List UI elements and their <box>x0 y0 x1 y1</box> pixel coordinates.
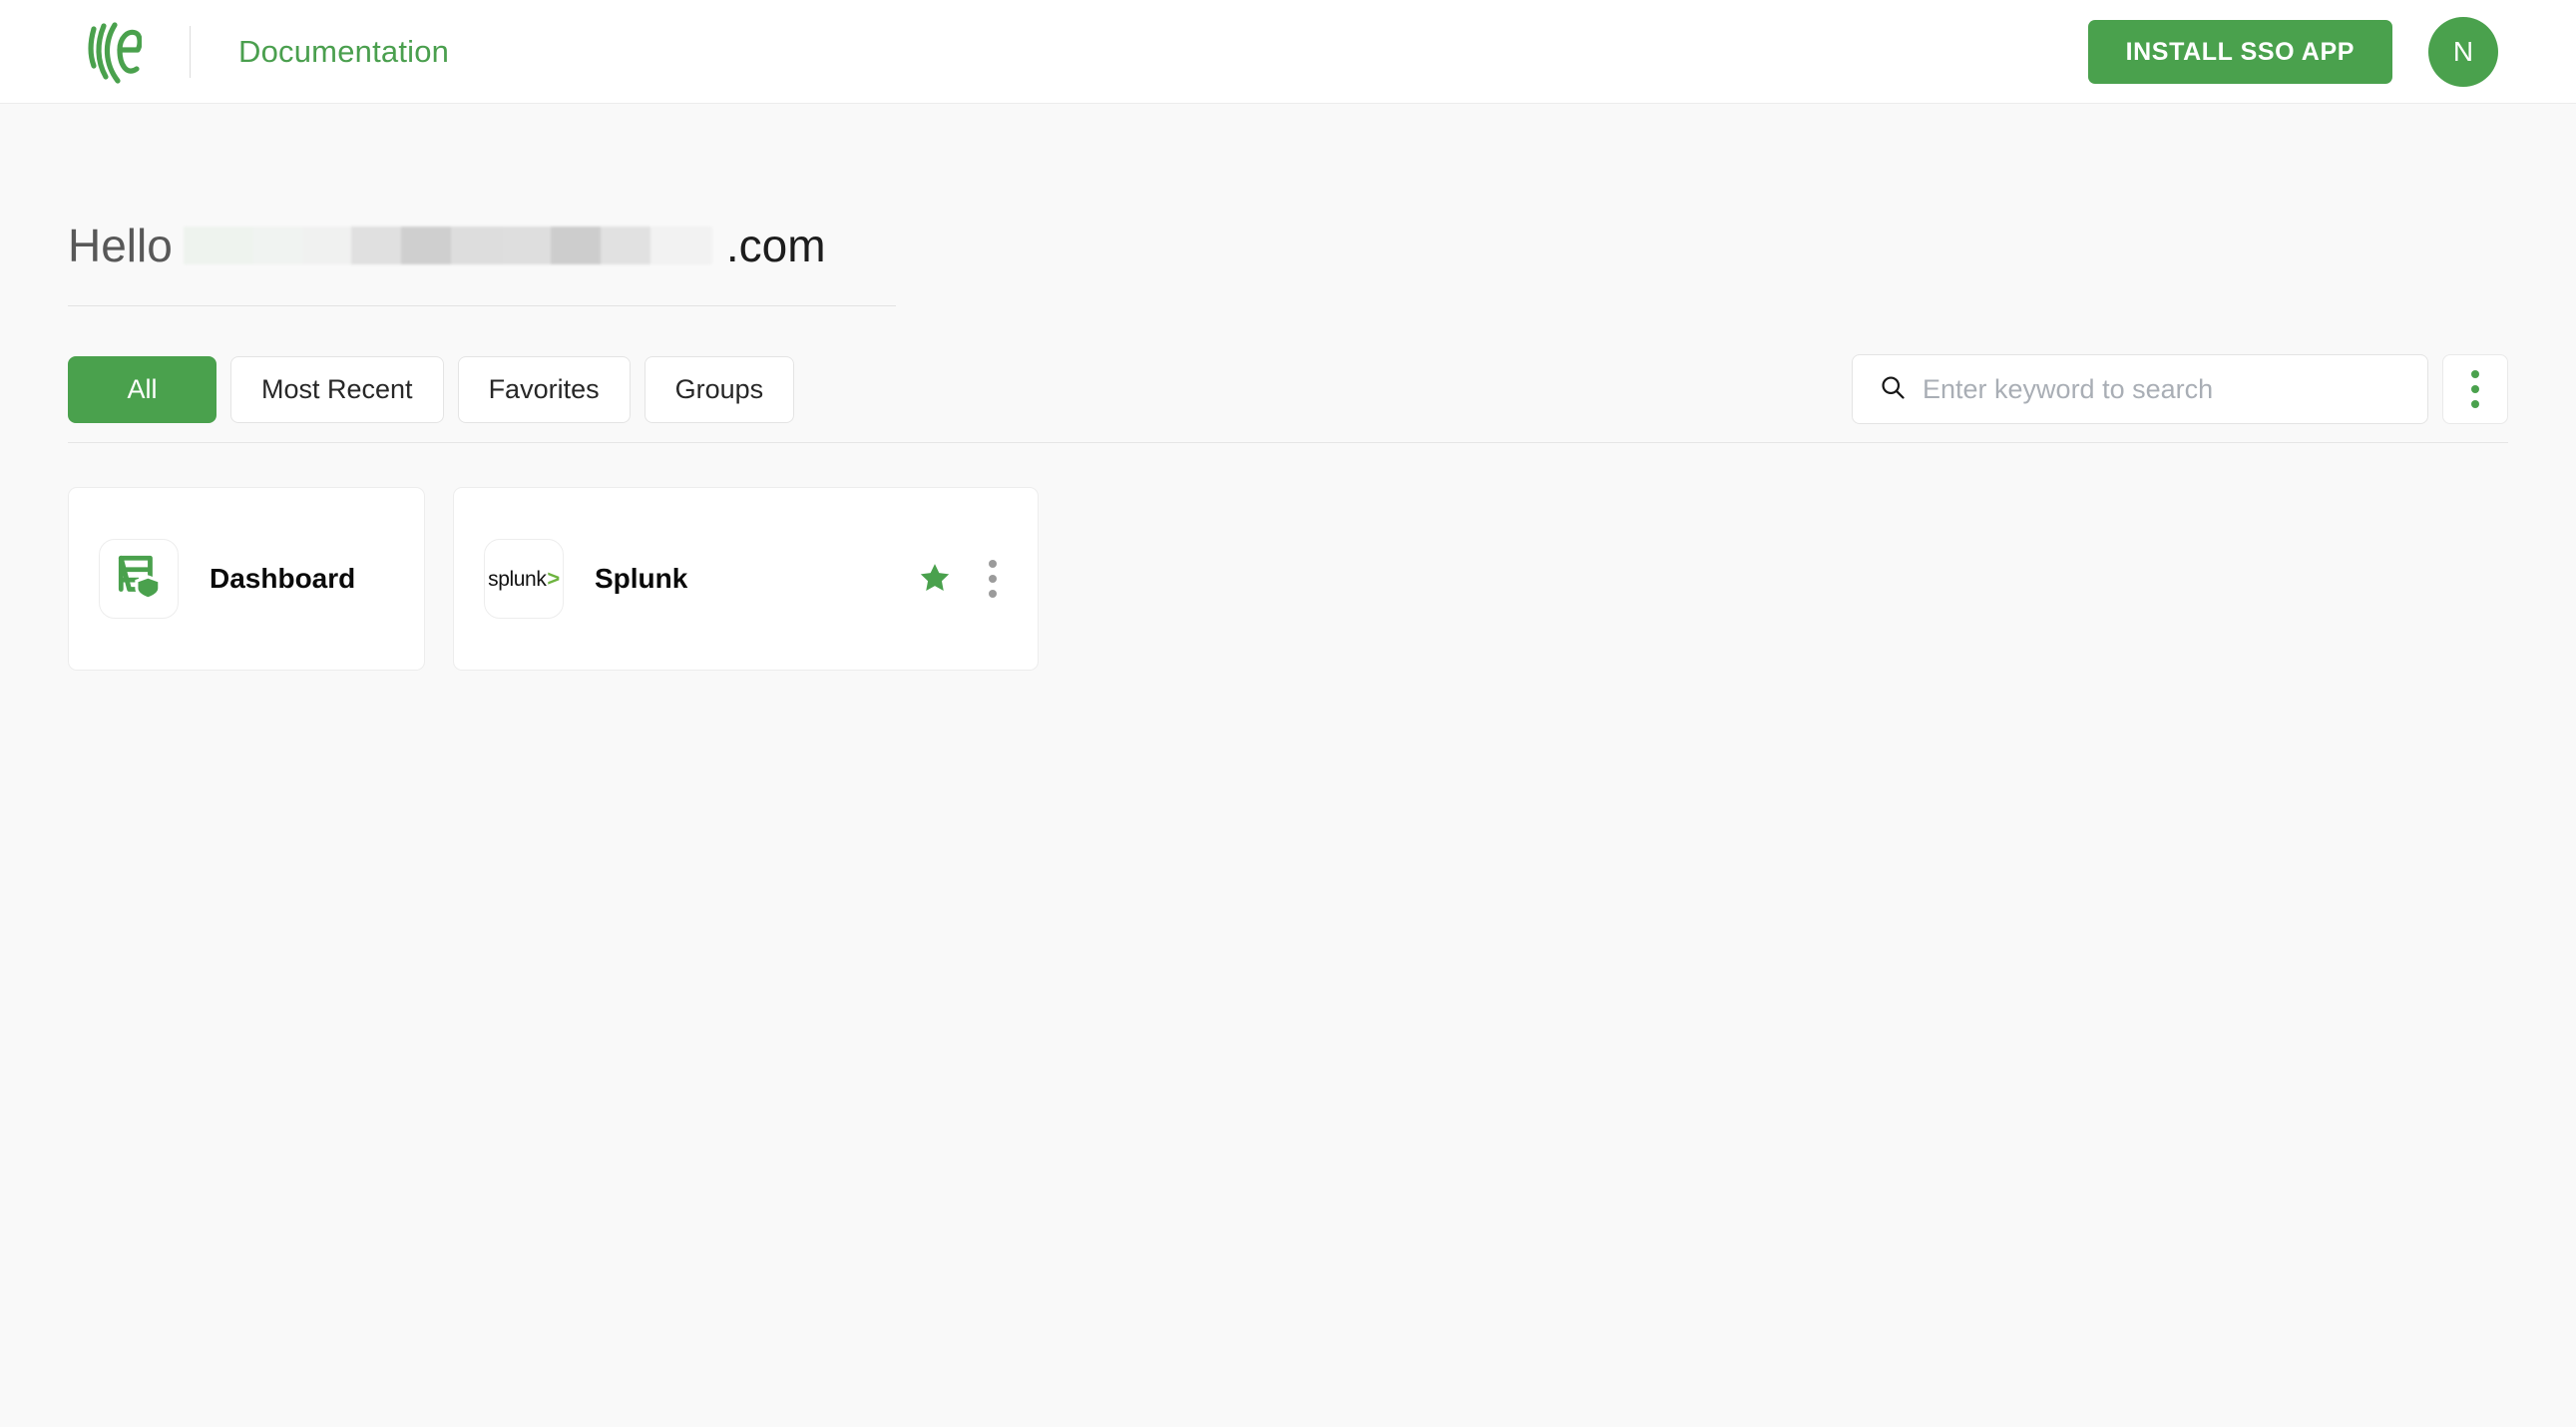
splunk-icon-tile: splunk > <box>484 539 564 619</box>
tab-favorites[interactable]: Favorites <box>457 355 631 423</box>
kebab-vertical-icon-dot <box>2471 400 2479 408</box>
header-actions: INSTALL SSO APP N <box>2087 0 2498 104</box>
tab-all[interactable]: All <box>68 355 216 423</box>
app-card-title: Dashboard <box>210 563 356 594</box>
toolbar-right-group <box>1852 354 2508 424</box>
eperi-wave-e-logo-icon <box>80 19 142 85</box>
filter-tabs: All Most Recent Favorites Groups <box>68 355 795 423</box>
kebab-vertical-icon-dot <box>989 575 997 583</box>
tab-groups[interactable]: Groups <box>644 355 795 423</box>
page-title: Documentation <box>238 33 450 69</box>
greeting-domain-suffix: .com <box>725 220 826 271</box>
star-filled-icon <box>918 561 952 598</box>
greeting-section: Hello .com <box>68 211 2508 306</box>
app-header: Documentation INSTALL SSO APP N <box>0 0 2576 104</box>
app-card-actions <box>918 557 1008 601</box>
toolbar-divider <box>68 442 2508 443</box>
splunk-logo-icon: splunk > <box>488 566 560 592</box>
dashboard-icon-tile <box>99 539 179 619</box>
search-input[interactable] <box>1923 355 2427 423</box>
toolbar-overflow-menu-button[interactable] <box>2442 354 2508 424</box>
greeting-divider <box>68 305 896 306</box>
redacted-account-name <box>183 227 712 264</box>
app-card-grid: Dashboard splunk > Splunk <box>68 487 2508 671</box>
kebab-vertical-icon-dot <box>2471 370 2479 378</box>
greeting-hello-label: Hello <box>68 220 173 271</box>
kebab-vertical-icon-dot <box>2471 385 2479 393</box>
greeting-row: Hello .com <box>68 211 2508 280</box>
app-card-splunk[interactable]: splunk > Splunk <box>453 487 1039 671</box>
splunk-logo-chevron: > <box>547 566 560 591</box>
dashboard-shield-icon <box>114 552 164 607</box>
app-card-title: Splunk <box>595 563 688 594</box>
brand-block[interactable]: Documentation <box>0 0 449 104</box>
brand-divider <box>190 25 191 78</box>
kebab-vertical-icon-dot <box>989 590 997 598</box>
search-icon <box>1879 373 1907 406</box>
tab-most-recent[interactable]: Most Recent <box>230 355 444 423</box>
favorite-star-button[interactable] <box>918 562 952 596</box>
avatar[interactable]: N <box>2428 17 2498 87</box>
install-sso-app-button[interactable]: INSTALL SSO APP <box>2087 20 2392 84</box>
search-box[interactable] <box>1852 354 2428 424</box>
splunk-logo-text: splunk <box>488 568 547 591</box>
filter-toolbar: All Most Recent Favorites Groups <box>68 336 2508 442</box>
main-content: Hello .com All Most Recent Favorites Gro… <box>0 211 2576 1427</box>
app-card-dashboard[interactable]: Dashboard <box>68 487 425 671</box>
kebab-vertical-icon-dot <box>989 560 997 568</box>
app-card-overflow-menu-button[interactable] <box>978 557 1008 601</box>
